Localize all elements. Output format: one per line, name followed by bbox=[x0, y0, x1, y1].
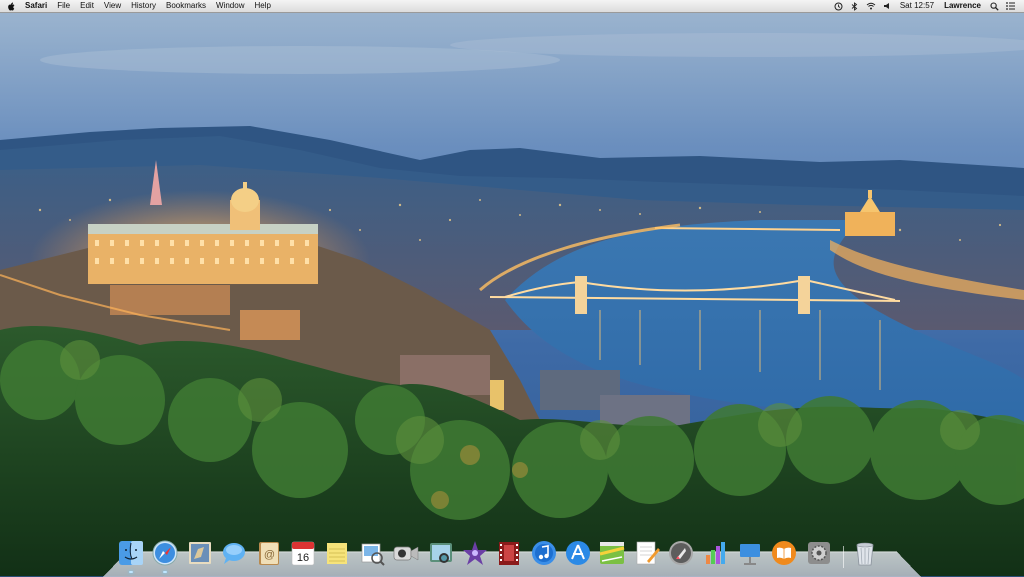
maps-icon bbox=[600, 542, 625, 564]
keynote-icon bbox=[740, 544, 761, 565]
menu-app-name[interactable]: Safari bbox=[20, 0, 52, 12]
dock-item-itunes[interactable] bbox=[529, 538, 559, 568]
dock-item-trash[interactable] bbox=[850, 538, 880, 568]
safari-icon bbox=[152, 540, 178, 566]
notes-icon bbox=[327, 543, 348, 564]
menu-bar-clock[interactable]: Sat 12:57 bbox=[895, 0, 939, 12]
contacts-icon: @ bbox=[258, 542, 279, 565]
dock-item-system-preferences[interactable] bbox=[804, 538, 834, 568]
dock-item-imovie[interactable] bbox=[460, 538, 490, 568]
dock-item-photo-booth[interactable] bbox=[426, 538, 456, 568]
dock-item-preview[interactable] bbox=[357, 538, 387, 568]
photo-booth-icon bbox=[429, 543, 452, 563]
finder-icon bbox=[119, 541, 143, 565]
dock-item-launchpad[interactable] bbox=[666, 538, 696, 568]
launchpad-icon bbox=[669, 541, 694, 565]
dock-item-safari[interactable] bbox=[150, 538, 180, 573]
svg-text:@: @ bbox=[263, 549, 274, 561]
charts-icon bbox=[705, 542, 725, 564]
dock-item-ibooks[interactable] bbox=[769, 538, 799, 568]
dock: @ 16 bbox=[116, 532, 885, 573]
messages-icon bbox=[223, 543, 246, 564]
time-machine-icon[interactable] bbox=[834, 1, 844, 11]
imovie-icon bbox=[462, 541, 487, 565]
menu-bar-status-area: Sat 12:57 Lawrence bbox=[831, 0, 1024, 12]
dock-item-messages[interactable] bbox=[219, 538, 249, 568]
menu-bookmarks[interactable]: Bookmarks bbox=[161, 0, 211, 12]
menu-bar: Safari File Edit View History Bookmarks … bbox=[0, 0, 1024, 13]
mail-icon bbox=[188, 542, 211, 564]
itunes-icon bbox=[531, 541, 556, 565]
dock-item-finder[interactable] bbox=[116, 538, 146, 573]
ibooks-icon bbox=[772, 541, 797, 565]
photo-viewer-icon bbox=[499, 542, 520, 565]
dock-item-contacts[interactable]: @ bbox=[254, 538, 284, 568]
spotlight-search-icon[interactable] bbox=[989, 1, 999, 11]
running-indicator bbox=[129, 571, 133, 573]
menu-edit[interactable]: Edit bbox=[75, 0, 99, 12]
menu-view[interactable]: View bbox=[99, 0, 126, 12]
pages-icon bbox=[636, 541, 660, 565]
dock-item-calendar[interactable]: 16 bbox=[288, 538, 318, 568]
calendar-icon: 16 bbox=[291, 541, 315, 566]
facetime-icon bbox=[393, 546, 419, 561]
menu-window[interactable]: Window bbox=[211, 0, 249, 12]
volume-icon[interactable] bbox=[882, 1, 892, 11]
system-preferences-icon bbox=[807, 542, 830, 564]
dock-item-mail[interactable] bbox=[185, 538, 215, 568]
dock-item-notes[interactable] bbox=[322, 538, 352, 568]
dock-item-keynote-chart[interactable] bbox=[701, 538, 731, 568]
menu-bar-left: Safari File Edit View History Bookmarks … bbox=[0, 0, 276, 12]
menu-help[interactable]: Help bbox=[249, 0, 275, 12]
dock-item-photo-viewer[interactable] bbox=[494, 538, 524, 568]
preview-icon bbox=[361, 543, 385, 566]
dock-item-keynote[interactable] bbox=[735, 538, 765, 568]
dock-item-pages[interactable] bbox=[632, 538, 662, 568]
menu-file[interactable]: File bbox=[52, 0, 75, 12]
wifi-icon[interactable] bbox=[866, 1, 876, 11]
dock-item-facetime[interactable] bbox=[391, 538, 421, 568]
menu-bar-user-name[interactable]: Lawrence bbox=[939, 0, 986, 12]
dock-separator bbox=[838, 538, 850, 568]
calendar-date: 16 bbox=[297, 552, 309, 564]
apple-logo-icon bbox=[8, 2, 15, 10]
dock-item-app-store[interactable] bbox=[563, 538, 593, 568]
trash-icon bbox=[856, 542, 874, 566]
dock-item-maps[interactable] bbox=[597, 538, 627, 568]
desktop-wallpaper bbox=[0, 0, 1024, 576]
app-store-icon bbox=[566, 541, 591, 565]
wallpaper-budapest-night-view bbox=[0, 0, 1024, 576]
notification-center-icon[interactable] bbox=[1005, 1, 1015, 11]
bluetooth-icon[interactable] bbox=[850, 1, 860, 11]
menu-history[interactable]: History bbox=[126, 0, 161, 12]
apple-menu-icon[interactable] bbox=[6, 0, 16, 12]
